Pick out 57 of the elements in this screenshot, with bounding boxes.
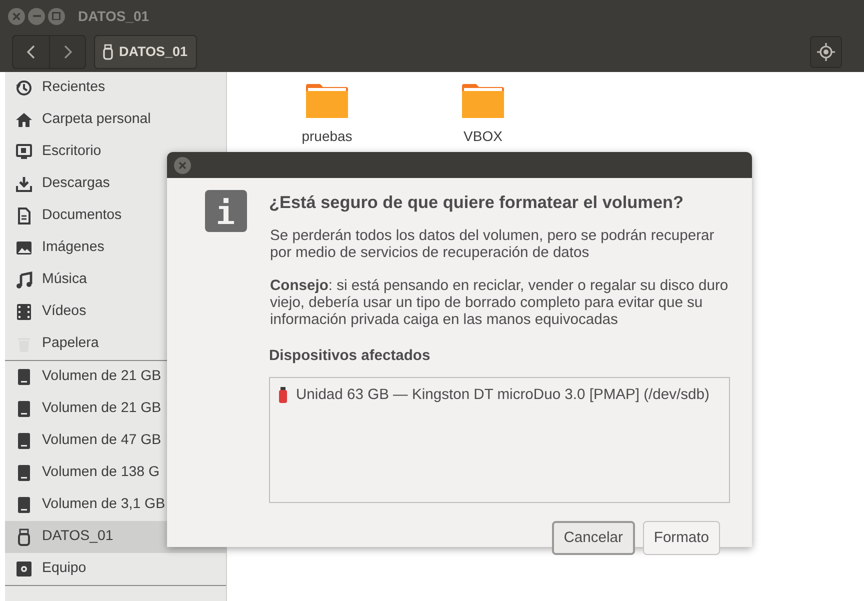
drive-icon bbox=[15, 368, 33, 386]
clock-icon bbox=[15, 79, 33, 97]
sidebar-item[interactable]: Imágenes bbox=[5, 232, 226, 264]
window-title: DATOS_01 bbox=[78, 6, 150, 26]
crosshair-icon bbox=[816, 42, 836, 62]
dialog-title: ¿Está seguro de que quiere formatear el volumen? bbox=[269, 191, 685, 214]
usb-stick-icon bbox=[278, 387, 288, 404]
sidebar-item[interactable]: Volumen de 21 GB bbox=[5, 393, 226, 425]
section-heading: Dispositivos afectados bbox=[269, 346, 432, 366]
dialog-tip: Consejo: si está pensando en reciclar, vender o regalar su disco duro viejo, debería usar un tipo de borrado completo para evitar que su información privada caiga en las manos equivocadas bbox=[270, 278, 730, 329]
maximize-icon bbox=[52, 12, 61, 20]
sidebar-item[interactable]: Volumen de 47 GB bbox=[5, 425, 226, 457]
usb-stick-icon bbox=[15, 528, 33, 546]
drive-icon bbox=[15, 432, 33, 450]
folder-item[interactable]: pruebas bbox=[279, 82, 375, 147]
sidebar-item[interactable]: Escritorio bbox=[5, 136, 226, 168]
close-button[interactable] bbox=[8, 8, 25, 24]
picture-icon bbox=[15, 239, 33, 257]
drive-icon bbox=[15, 400, 33, 418]
sidebar-item[interactable]: Equipo bbox=[5, 553, 226, 585]
locate-button[interactable] bbox=[810, 36, 842, 68]
computer-icon bbox=[15, 560, 33, 578]
usb-stick-icon bbox=[103, 44, 113, 60]
sidebar-item[interactable]: Descargas bbox=[5, 168, 226, 200]
home-icon bbox=[15, 111, 33, 129]
music-note-icon bbox=[15, 271, 33, 289]
folder-icon bbox=[462, 82, 504, 120]
chevron-right-icon bbox=[62, 44, 72, 60]
minimize-icon bbox=[32, 15, 40, 17]
dialog-button[interactable]: Cancelar bbox=[552, 520, 635, 556]
close-icon bbox=[13, 12, 20, 20]
download-icon bbox=[15, 175, 33, 193]
sidebar-item[interactable]: Carpeta personal bbox=[5, 104, 226, 136]
location-button[interactable]: DATOS_01 bbox=[94, 35, 197, 69]
close-button[interactable] bbox=[174, 156, 191, 174]
sidebar-item[interactable]: Vídeos bbox=[5, 296, 226, 328]
film-icon bbox=[15, 303, 33, 321]
maximize-button[interactable] bbox=[48, 8, 65, 24]
drive-icon bbox=[15, 496, 33, 514]
sidebar-item[interactable]: Música bbox=[5, 264, 226, 296]
folder-item[interactable]: VBOX bbox=[435, 82, 531, 147]
dialog-button[interactable]: Formato bbox=[642, 520, 720, 556]
device-item[interactable]: Unidad 63 GB — Kingston DT microDuo 3.0 [PMAP] (/dev/sdb) bbox=[278, 384, 721, 406]
sidebar-item[interactable]: Documentos bbox=[5, 200, 226, 232]
dialog-message: Se perderán todos los datos del volumen, pero se podrán recuperar por medio de servicios de recuperación de datos bbox=[270, 228, 716, 262]
sidebar-item[interactable]: Volumen de 3,1 GB bbox=[5, 489, 226, 521]
sidebar-item[interactable]: Volumen de 21 GB bbox=[5, 361, 226, 393]
sidebar-item[interactable]: Volumen de 138 G bbox=[5, 457, 226, 489]
minimize-button[interactable] bbox=[28, 8, 45, 24]
document-icon bbox=[15, 207, 33, 225]
chevron-left-icon bbox=[26, 44, 36, 60]
sidebar-item[interactable]: Papelera bbox=[5, 328, 226, 360]
info-icon bbox=[205, 190, 247, 232]
drive-icon bbox=[15, 464, 33, 482]
monitor-icon bbox=[15, 143, 33, 161]
folder-icon bbox=[306, 82, 348, 120]
sidebar-item[interactable]: Recientes bbox=[5, 72, 226, 104]
